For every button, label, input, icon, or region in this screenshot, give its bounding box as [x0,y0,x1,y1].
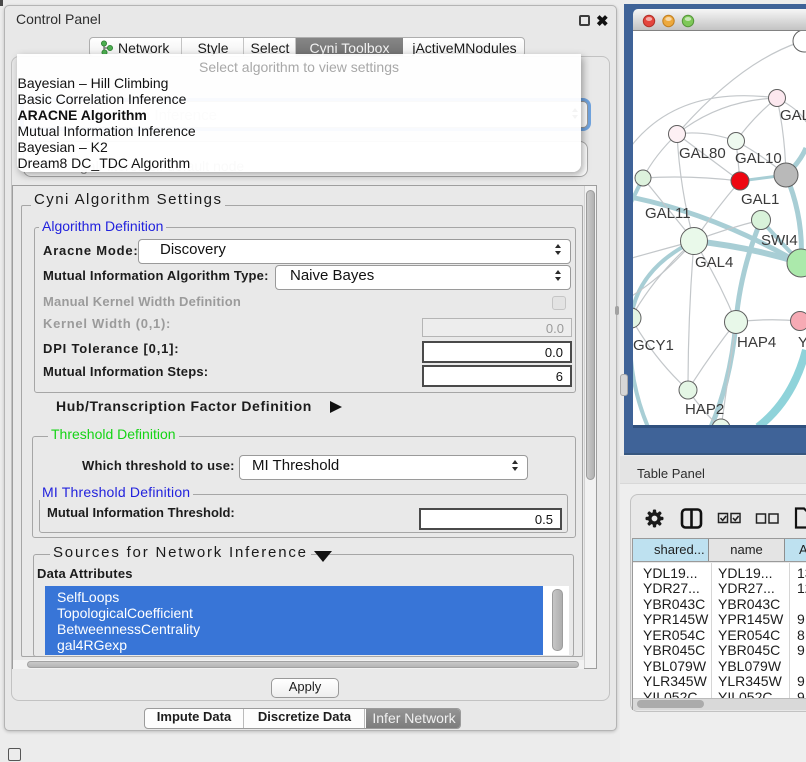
svg-text:GAL80: GAL80 [679,145,726,162]
svg-text:GAL1: GAL1 [741,191,779,208]
svg-text:Y: Y [798,334,806,351]
svg-text:HAP2: HAP2 [685,401,724,418]
svg-text:GAL4: GAL4 [695,254,733,271]
svg-text:HAP4: HAP4 [737,334,776,351]
svg-text:SWI4: SWI4 [761,232,798,249]
svg-text:GAL11: GAL11 [645,205,691,222]
svg-text:GAL10: GAL10 [735,150,782,167]
svg-text:GCY1: GCY1 [633,337,674,354]
svg-text:GAL: GAL [780,107,806,124]
